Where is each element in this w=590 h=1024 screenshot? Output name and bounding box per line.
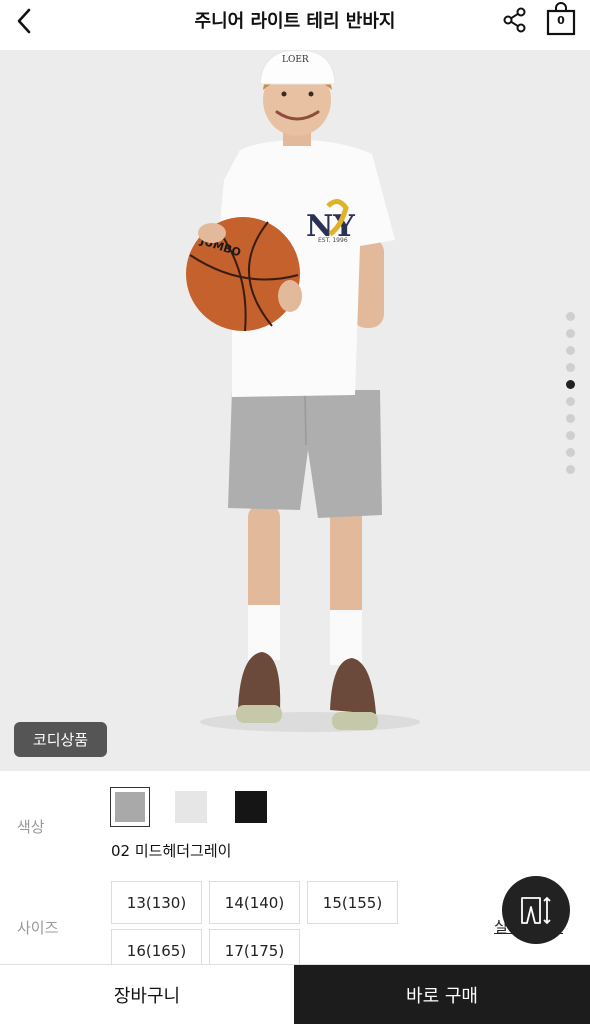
color-label: 색상	[17, 818, 45, 836]
add-to-cart-button[interactable]: 장바구니	[0, 965, 294, 1024]
color-swatch-gray[interactable]	[110, 787, 150, 827]
carousel-dot[interactable]	[566, 431, 575, 440]
color-swatch-light-gray[interactable]	[171, 787, 211, 827]
size-option[interactable]: 14(140)	[209, 881, 300, 924]
carousel-dot[interactable]	[566, 312, 575, 321]
share-icon	[503, 7, 526, 33]
carousel-indicator	[566, 312, 575, 474]
cart-count-badge: 0	[557, 14, 565, 27]
shirt-subtext: EST. 1996	[318, 237, 348, 244]
carousel-dot[interactable]	[566, 397, 575, 406]
carousel-dot-active[interactable]	[566, 380, 575, 389]
size-measure-icon	[521, 896, 551, 925]
carousel-dot[interactable]	[566, 363, 575, 372]
swatch-fill	[175, 791, 207, 823]
size-option[interactable]: 13(130)	[111, 881, 202, 924]
color-swatch-black[interactable]	[231, 787, 271, 827]
product-options: 색상 02 미드헤더그레이 사이즈 13(130) 14(140) 15(155…	[0, 771, 590, 972]
cart-button[interactable]: 0	[545, 2, 577, 36]
size-option[interactable]: 15(155)	[307, 881, 398, 924]
product-photo: NY EST. 1996 LOER JUMBO	[0, 50, 590, 771]
carousel-dot[interactable]	[566, 329, 575, 338]
carousel-dot[interactable]	[566, 346, 575, 355]
swatch-fill	[235, 791, 267, 823]
carousel-dot[interactable]	[566, 448, 575, 457]
size-measure-button[interactable]	[502, 876, 570, 944]
bottom-action-bar: 장바구니 바로 구매	[0, 964, 590, 1024]
top-bar: 주니어 라이트 테리 반바지 0	[0, 0, 590, 50]
product-image[interactable]: NY EST. 1996 LOER JUMBO 코디상품	[0, 50, 590, 771]
carousel-dot[interactable]	[566, 465, 575, 474]
buy-now-button[interactable]: 바로 구매	[294, 965, 590, 1024]
share-button[interactable]	[500, 5, 530, 35]
cap-text: LOER	[282, 55, 309, 65]
codi-product-tag[interactable]: 코디상품	[14, 722, 107, 757]
carousel-dot[interactable]	[566, 414, 575, 423]
size-label: 사이즈	[17, 919, 59, 937]
selected-color-name: 02 미드헤더그레이	[111, 842, 232, 860]
swatch-fill	[115, 792, 145, 822]
